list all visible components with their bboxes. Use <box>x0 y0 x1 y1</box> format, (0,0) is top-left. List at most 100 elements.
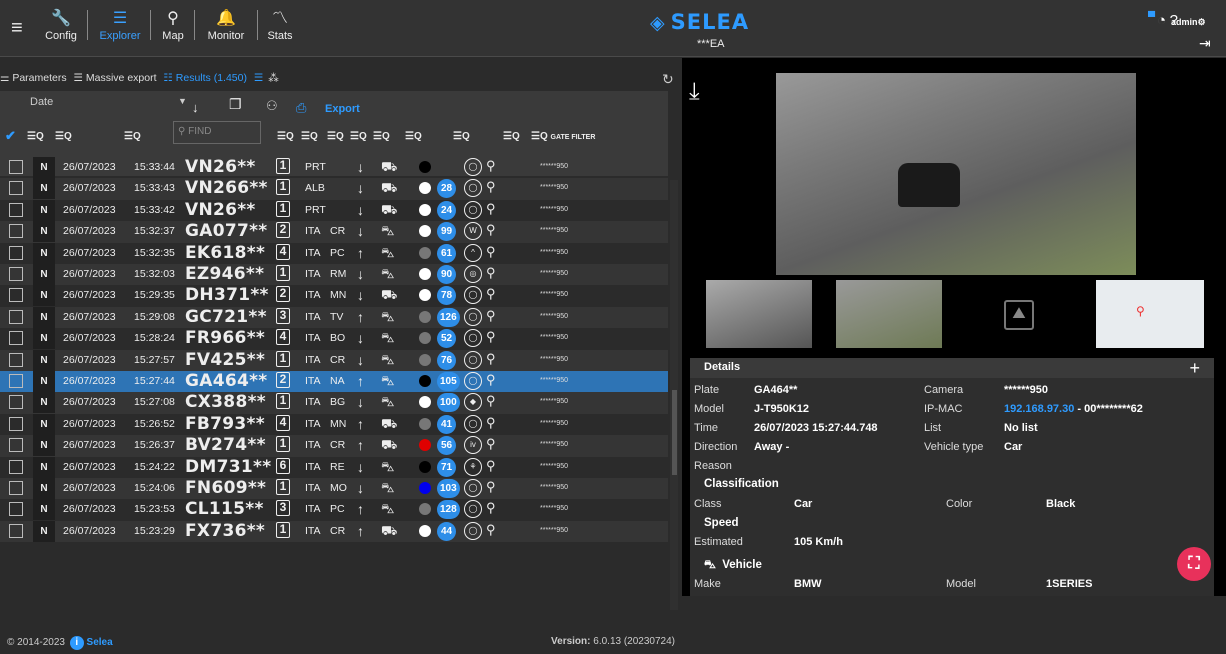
map-thumbnail[interactable]: ⚲ <box>1096 280 1204 348</box>
row-checkbox[interactable] <box>9 416 23 431</box>
map-pin-icon[interactable]: ⚲ <box>486 308 496 324</box>
map-pin-icon[interactable]: ⚲ <box>486 179 496 195</box>
row-checkbox[interactable] <box>9 181 23 196</box>
table-row[interactable]: N 26/07/2023 15:27:08 CX388** 1 ITA BG ↓ ⛍ 100 ◆ ⚲ *… <box>0 392 668 414</box>
map-pin-icon[interactable]: ⚲ <box>486 500 496 516</box>
find-input[interactable]: ⚲ FIND <box>173 121 261 144</box>
row-checkbox[interactable] <box>9 523 23 538</box>
table-row[interactable]: N 26/07/2023 15:29:08 GC721** 3 ITA TV ↑ ⛍ 126 ◯ ⚲ *… <box>0 306 668 329</box>
map-pin-icon[interactable]: ⚲ <box>486 522 496 538</box>
tab-parameters[interactable]: ⚌ Parameters <box>0 72 69 84</box>
thumbnail-1[interactable] <box>706 280 812 348</box>
row-checkbox[interactable] <box>9 309 23 324</box>
map-pin-icon[interactable]: ⚲ <box>486 222 496 238</box>
table-row[interactable]: N 26/07/2023 15:27:57 FV425** 1 ITA CR ↓ ⛍ 76 ◯ ⚲ **… <box>0 349 668 371</box>
notifications-icon[interactable]: ▀ <box>1148 12 1155 23</box>
table-row[interactable]: N 26/07/2023 15:32:35 EK618** 4 ITA PC ↑ ⛍ 61 ^ ⚲ **… <box>0 242 668 264</box>
columns-icon[interactable]: ☰ <box>254 72 263 84</box>
filter-icon[interactable]: ☰Q <box>301 131 318 142</box>
map-pin-icon[interactable]: ⚲ <box>486 393 496 409</box>
row-checkbox[interactable] <box>9 160 23 174</box>
info-icon[interactable]: i <box>69 636 84 650</box>
tab-massive-export[interactable]: ☰ Massive export <box>74 72 159 84</box>
nav-config[interactable]: 🔧 Config <box>42 10 80 46</box>
row-checkbox[interactable] <box>9 202 23 217</box>
filter-icon[interactable]: ☰Q <box>277 131 294 142</box>
user-menu[interactable]: admin⚙ <box>1171 17 1206 28</box>
map-pin-icon[interactable]: ⚲ <box>486 372 496 388</box>
filter-icon[interactable]: ☰Q <box>503 131 520 142</box>
table-row[interactable]: N 26/07/2023 15:26:52 FB793** 4 ITA MN ↑ ⛟ 41 ◯ ⚲ **… <box>0 413 668 435</box>
row-checkbox[interactable] <box>9 438 23 453</box>
table-row[interactable]: N 26/07/2023 15:29:35 DH371** 2 ITA MN ↓ ⛟ 78 ◯ ⚲ **… <box>0 285 668 307</box>
map-pin-icon[interactable]: ⚲ <box>486 479 496 495</box>
thumbnail-2[interactable] <box>836 280 942 348</box>
row-checkbox[interactable] <box>9 395 23 410</box>
sort-direction-icon[interactable]: ↓ <box>192 100 199 115</box>
map-pin-icon[interactable]: ⚲ <box>486 158 496 174</box>
filter-icon[interactable]: ☰Q <box>55 131 72 142</box>
table-row[interactable]: N 26/07/2023 15:32:37 GA077** 2 ITA CR ↓ ⛍ 99 W ⚲ **… <box>0 221 668 243</box>
people-icon[interactable]: ⚇ <box>266 98 278 114</box>
map-pin-icon[interactable]: ⚲ <box>486 329 496 345</box>
nav-explorer[interactable]: ☰ Explorer <box>96 10 144 46</box>
filter-icon[interactable]: ☰Q <box>327 131 344 142</box>
capture-image[interactable] <box>776 73 1136 275</box>
gate-filter[interactable]: ☰Q GATE FILTER <box>531 131 595 142</box>
selea-link[interactable]: Selea <box>87 637 113 648</box>
nav-map[interactable]: ⚲ Map <box>158 10 188 46</box>
table-row[interactable]: N 26/07/2023 15:33:44 VN26** 1 PRT ↓ ⛟ ◯ ⚲ ******9… <box>0 157 668 178</box>
map-pin-icon[interactable]: ⚲ <box>486 201 496 217</box>
sort-field-select[interactable]: Date <box>30 96 53 108</box>
filter-icon[interactable]: ☰Q <box>453 131 470 142</box>
row-checkbox[interactable] <box>9 267 23 281</box>
tab-results[interactable]: ☷ Results (1.450) <box>163 72 249 84</box>
refresh-icon[interactable]: ↻ <box>662 71 674 88</box>
image-placeholder-icon[interactable]: ⛰ <box>1004 300 1034 330</box>
row-checkbox[interactable] <box>9 352 23 367</box>
select-all-icon[interactable]: ✔ <box>5 128 16 144</box>
nav-monitor[interactable]: 🔔 Monitor <box>203 10 249 46</box>
map-pin-icon[interactable]: ⚲ <box>486 351 496 367</box>
nav-stats[interactable]: 〽 Stats <box>265 10 295 46</box>
table-row[interactable]: N 26/07/2023 15:26:37 BV274** 1 ITA CR ↑ ⛟ 56 iv ⚲ *… <box>0 435 668 457</box>
menu-icon[interactable]: ≡ <box>11 18 23 38</box>
expand-plus-icon[interactable]: + <box>1189 358 1200 379</box>
filter-icon[interactable]: ☰Q <box>350 131 367 142</box>
table-row[interactable]: N 26/07/2023 15:28:24 FR966** 4 ITA BO ↓ ⛍ 52 ◯ ⚲ **… <box>0 328 668 350</box>
map-pin-icon[interactable]: ⚲ <box>486 286 496 302</box>
table-row[interactable]: N 26/07/2023 15:27:44 GA464** 2 ITA NA ↑ ⛍ 105 ◯ ⚲ *… <box>0 371 668 393</box>
map-pin-icon[interactable]: ⚲ <box>486 458 496 474</box>
chevron-down-icon[interactable]: ▼ <box>178 96 187 106</box>
fullscreen-button[interactable]: ⛶ <box>1177 547 1211 581</box>
filter-icon[interactable]: ☰Q <box>405 131 422 142</box>
export-button[interactable]: Export <box>325 103 360 115</box>
map-pin-icon[interactable]: ⚲ <box>486 436 496 452</box>
filter-icon[interactable]: ☰Q <box>124 131 141 142</box>
row-checkbox[interactable] <box>9 331 23 346</box>
ip-link[interactable]: 192.168.97.30 <box>1004 403 1074 415</box>
filter-icon[interactable]: ☰Q <box>373 131 390 142</box>
table-row[interactable]: N 26/07/2023 15:32:03 EZ946** 1 ITA RM ↓ ⛍ 90 ◎ ⚲ **… <box>0 264 668 286</box>
map-pin-icon[interactable]: ⚲ <box>486 265 496 281</box>
table-row[interactable]: N 26/07/2023 15:24:22 DM731** 6 ITA RE ↓ ⛍ 71 ⚘ ⚲ **… <box>0 456 668 478</box>
row-checkbox[interactable] <box>9 288 23 303</box>
row-checkbox[interactable] <box>9 245 23 260</box>
table-row[interactable]: N 26/07/2023 15:33:42 VN26** 1 PRT ↓ ⛟ 24 ◯ ⚲ *****… <box>0 199 668 221</box>
dashboard-gauge-icon[interactable]: ◔ <box>1157 12 1166 29</box>
map-pin-icon[interactable]: ⚲ <box>486 244 496 260</box>
scrollbar-thumb[interactable] <box>672 390 677 475</box>
row-checkbox[interactable] <box>9 481 23 495</box>
row-checkbox[interactable] <box>9 224 23 239</box>
printer-icon[interactable]: ⎙ <box>296 100 306 116</box>
row-checkbox[interactable] <box>9 459 23 474</box>
copy-icon[interactable]: ❐ <box>229 96 242 113</box>
grid-view-icon[interactable]: ⁂ <box>268 72 279 84</box>
map-pin-icon[interactable]: ⚲ <box>486 415 496 431</box>
row-checkbox[interactable] <box>9 502 23 517</box>
logout-icon[interactable]: ⇥ <box>1199 35 1211 52</box>
table-row[interactable]: N 26/07/2023 15:33:43 VN266** 1 ALB ↓ ⛟ 28 ◯ ⚲ ****… <box>0 178 668 200</box>
filter-icon[interactable]: ☰Q <box>27 131 44 142</box>
table-row[interactable]: N 26/07/2023 15:24:06 FN609** 1 ITA MO ↓ ⛍ 103 ◯ ⚲ *… <box>0 478 668 500</box>
download-icon[interactable]: ⤓ <box>689 78 700 106</box>
